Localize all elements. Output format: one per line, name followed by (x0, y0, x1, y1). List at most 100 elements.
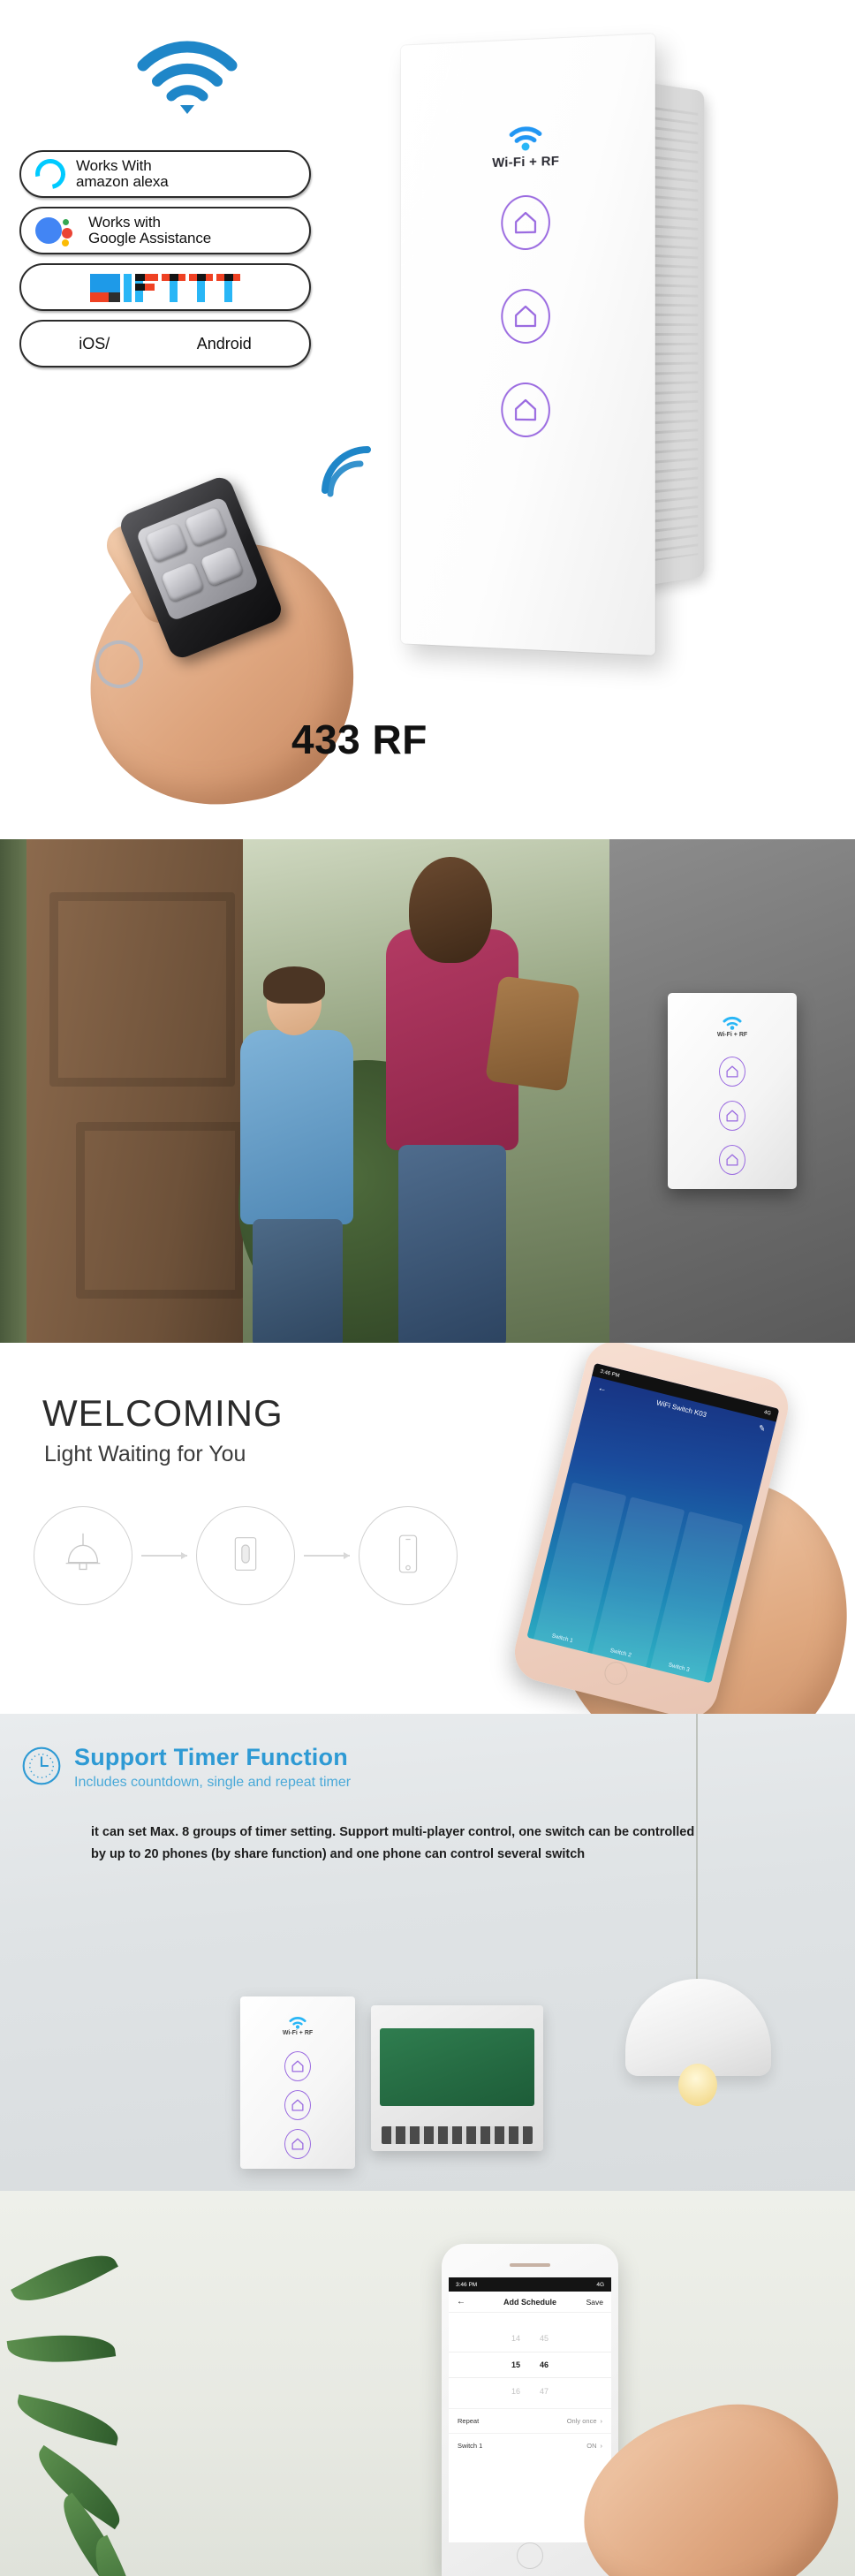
backpack (485, 975, 580, 1092)
status-network: 4G (596, 2281, 604, 2288)
row-value: Only once (566, 2417, 597, 2425)
switch-front-panel: Wi-Fi + RF (400, 34, 655, 655)
hour-value: 16 (511, 2387, 520, 2396)
flow-arrow-1 (141, 1552, 187, 1558)
badge-alexa-label: Works With amazon alexa (76, 156, 169, 190)
house-touch-button-1[interactable] (719, 1057, 745, 1087)
house-touch-button-2[interactable] (501, 288, 550, 345)
child-figure (221, 966, 380, 1343)
chevron-right-icon: › (600, 2417, 603, 2425)
wall-switch-product: Wi-Fi + RF (668, 993, 797, 1189)
phone-in-hand: 3:46 PM 4G ← WiFi Switch K03 ✎ Switch 1 … (484, 1343, 855, 1714)
lamp-shade (625, 1979, 771, 2076)
time-picker[interactable]: 14 45 15 46 16 47 (449, 2313, 611, 2408)
status-network: 4G (763, 1409, 772, 1417)
pendant-lamp (609, 1714, 786, 2200)
hour-value: 14 (511, 2334, 520, 2343)
circuit-board (380, 2028, 534, 2106)
time-option[interactable]: 16 47 (449, 2378, 611, 2405)
lamp-cord (696, 1714, 698, 1979)
badge-google-assistant[interactable]: Works with Google Assistance (19, 207, 311, 254)
schedule-row-repeat[interactable]: Repeat Only once › (449, 2408, 611, 2433)
badge-android-label: Android (196, 334, 252, 352)
timer-switch-front: Wi-Fi + RF (240, 1996, 355, 2169)
welcoming-section: WELCOMING Light Waiting for You 3:46 PM … (0, 1343, 855, 1714)
minute-value: 46 (540, 2360, 549, 2369)
front-door (26, 839, 247, 1343)
remote-button-d[interactable] (200, 545, 245, 587)
panel-label: Wi-Fi + RF (282, 2030, 314, 2036)
badge-alexa[interactable]: Works With amazon alexa (19, 150, 311, 198)
row-label: Switch 1 (458, 2442, 483, 2450)
house-touch-button-2[interactable] (284, 2090, 311, 2120)
house-touch-button-3[interactable] (501, 382, 550, 438)
time-option-selected[interactable]: 15 46 (449, 2352, 611, 2378)
panel-label: Wi-Fi + RF (492, 153, 560, 171)
parent-figure (358, 857, 580, 1343)
smartphone-icon (385, 1531, 431, 1581)
switch-name: Switch 2 (609, 1647, 632, 1659)
alexa-ring-icon (29, 153, 72, 195)
flow-arrow-2 (304, 1552, 350, 1558)
save-button[interactable]: Save (586, 2298, 603, 2307)
remote-button-c[interactable] (160, 561, 205, 603)
status-time: 3:46 PM (456, 2281, 478, 2288)
lamp-bulb (678, 2064, 717, 2106)
badge-ifttt[interactable] (19, 263, 311, 311)
status-time: 3:46 PM (599, 1368, 621, 1379)
ifttt-logo-icon (90, 272, 240, 302)
chevron-right-icon: › (600, 2442, 603, 2450)
remote-button-a[interactable] (144, 522, 189, 564)
house-touch-button-3[interactable] (719, 1145, 745, 1175)
schedule-nav-bar: ← Add Schedule Save (449, 2292, 611, 2313)
timer-section: Support Timer Function Includes countdow… (0, 1714, 855, 2576)
time-option[interactable]: 14 45 (449, 2325, 611, 2352)
lifestyle-product-inset: Wi-Fi + RF (609, 839, 855, 1343)
flow-node-switch (196, 1506, 295, 1605)
product-listing-page: Works With amazon alexa Works with Googl… (0, 0, 855, 2576)
fern-plant (6, 2239, 230, 2576)
timer-heading-block: Support Timer Function Includes countdow… (21, 1744, 351, 1791)
schedule-row-switch[interactable]: Switch 1 ON › (449, 2433, 611, 2458)
badge-ios-label: iOS/ (79, 334, 110, 352)
remote-button-b[interactable] (184, 506, 229, 548)
rf-caption: 433 RF (291, 716, 428, 762)
edit-pencil-icon[interactable]: ✎ (758, 1423, 767, 1434)
timer-title: Support Timer Function (74, 1744, 348, 1770)
compatibility-badges: Works With amazon alexa Works with Googl… (19, 150, 311, 367)
schedule-title: Add Schedule (503, 2297, 556, 2307)
house-touch-button-2[interactable] (719, 1101, 745, 1131)
minute-value: 45 (540, 2334, 549, 2343)
google-assistant-dots-icon (35, 216, 78, 246)
badge-google-label: Works with Google Assistance (88, 213, 212, 246)
welcoming-title: WELCOMING (42, 1392, 284, 1434)
remote-plate (135, 496, 260, 622)
house-touch-button-1[interactable] (284, 2051, 311, 2081)
house-touch-button-1[interactable] (501, 194, 550, 251)
flow-node-lamp (34, 1506, 132, 1605)
wifi-icon (134, 35, 240, 115)
hour-value: 15 (511, 2360, 520, 2369)
flow-node-phone (359, 1506, 458, 1605)
back-arrow-icon[interactable]: ← (597, 1383, 608, 1394)
wifi-icon (508, 124, 543, 155)
back-arrow-icon[interactable]: ← (457, 2297, 465, 2307)
badge-platforms[interactable]: iOS/ Android (19, 320, 311, 367)
house-touch-button-3[interactable] (284, 2129, 311, 2159)
switch-name: Switch 3 (667, 1662, 691, 1674)
timer-subtitle: Includes countdown, single and repeat ti… (74, 1775, 352, 1790)
minute-value: 47 (540, 2387, 549, 2396)
clock-icon (21, 1746, 62, 1791)
lifestyle-photo (0, 839, 609, 1343)
home-button[interactable] (517, 2542, 543, 2569)
row-label: Repeat (458, 2417, 480, 2425)
welcoming-subtitle: Light Waiting for You (44, 1442, 246, 1466)
welcoming-flow-diagram (34, 1506, 458, 1605)
timer-description: it can set Max. 8 groups of timer settin… (91, 1825, 695, 1862)
ceiling-lamp-icon (57, 1528, 109, 1584)
timer-switch-back (371, 2005, 543, 2151)
hero-section: Works With amazon alexa Works with Googl… (0, 0, 855, 839)
hero-switch-product: Wi-Fi + RF (380, 18, 715, 663)
side-wall (0, 839, 30, 1343)
lifestyle-section: Wi-Fi + RF (0, 839, 855, 1343)
